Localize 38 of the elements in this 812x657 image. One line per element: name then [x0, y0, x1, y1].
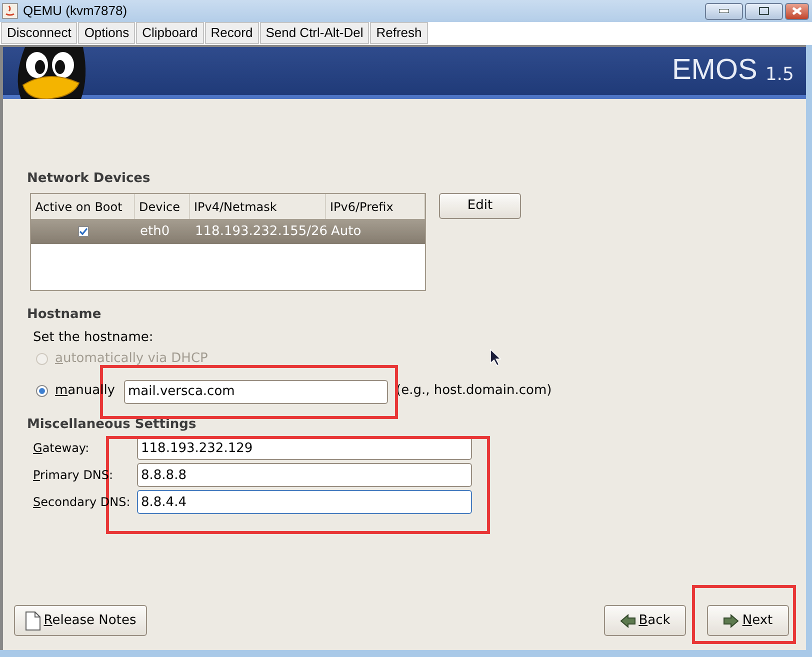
table-cell-text: 118.193.232.155/26 — [194, 222, 326, 241]
toolbar-button[interactable]: Options — [78, 22, 136, 44]
checkbox[interactable] — [78, 226, 88, 237]
table-cell-text: Auto — [330, 222, 362, 241]
minimize-icon — [719, 9, 729, 13]
minimize-button[interactable] — [705, 2, 743, 20]
section-heading: Miscellaneous Settings — [27, 417, 198, 432]
product-name: EMOS — [672, 53, 758, 88]
cursor-icon — [490, 349, 501, 366]
toolbar-button[interactable]: Disconnect — [1, 22, 78, 44]
text-field[interactable]: mail.versca.com — [124, 380, 388, 404]
release-notes-button[interactable]: Release Notes — [14, 605, 147, 636]
toolbar-button[interactable]: Send Ctrl-Alt-Del — [260, 22, 370, 44]
radio-button[interactable] — [36, 385, 48, 397]
radio-label: automatically via DHCP — [55, 350, 208, 368]
table-cell-text: eth0 — [139, 222, 171, 241]
close-button[interactable] — [785, 2, 809, 20]
toolbar-button[interactable]: Refresh — [370, 22, 428, 44]
back-button[interactable]: Back — [604, 605, 686, 636]
next-button[interactable]: Next — [707, 605, 789, 636]
document-icon — [24, 610, 41, 630]
window-title: QEMU (kvm7878) — [23, 2, 128, 20]
text-field[interactable]: 8.8.4.4 — [137, 490, 472, 514]
section-heading: Network Devices — [27, 170, 152, 187]
text-field[interactable]: 8.8.8.8 — [137, 463, 472, 487]
toolbar-button[interactable]: Record — [204, 22, 259, 44]
hostname-prompt: Set the hostname: — [33, 329, 154, 346]
edit-button[interactable]: Edit — [439, 193, 521, 219]
section-heading: Hostname — [27, 306, 102, 323]
left-arrow-icon — [620, 614, 636, 628]
java-icon — [2, 3, 18, 19]
close-icon — [792, 7, 802, 15]
field-label: Gateway: — [33, 440, 90, 457]
maximize-button[interactable] — [745, 2, 783, 20]
right-arrow-icon — [723, 614, 740, 628]
toolbar-button[interactable]: Clipboard — [136, 22, 204, 44]
maximize-icon — [759, 7, 769, 15]
product-version: 1.5 — [765, 62, 794, 86]
